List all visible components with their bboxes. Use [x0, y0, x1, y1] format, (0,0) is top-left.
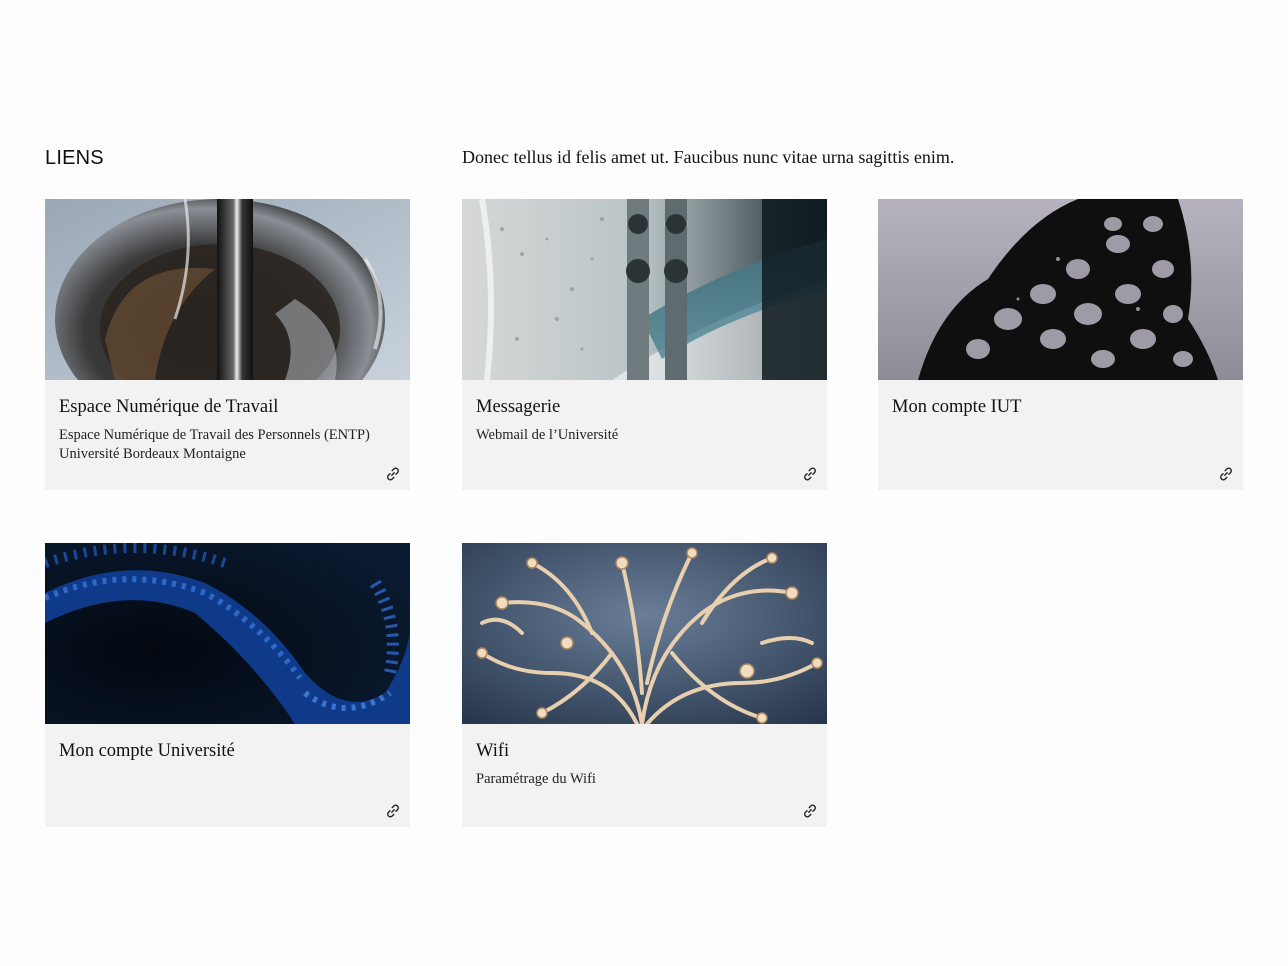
- card-description-line: Paramétrage du Wifi: [476, 771, 596, 787]
- card-body: Espace Numérique de Travail Espace Numér…: [45, 380, 410, 490]
- card-description: Espace Numérique de Travail des Personne…: [59, 426, 396, 464]
- card-title: Mon compte IUT: [892, 397, 1022, 417]
- card-body: Wifi Paramétrage du Wifi: [462, 724, 827, 827]
- card-title: Wifi: [476, 741, 510, 761]
- card-description: Webmail de l’Université: [476, 426, 813, 445]
- card-title: Messagerie: [476, 397, 561, 417]
- black-lattice-image: [878, 199, 1243, 380]
- blue-spiky-coil-image: [45, 543, 410, 724]
- link-icon[interactable]: [1218, 466, 1234, 482]
- card-messagerie[interactable]: Messagerie Webmail de l’Université: [462, 199, 827, 490]
- link-icon[interactable]: [385, 803, 401, 819]
- card-description-line: Université Bordeaux Montaigne: [59, 446, 246, 462]
- card-description: Paramétrage du Wifi: [476, 770, 813, 789]
- link-icon[interactable]: [802, 803, 818, 819]
- cream-tendrils-image: [462, 543, 827, 724]
- card-mon-compte-iut[interactable]: Mon compte IUT: [878, 199, 1243, 490]
- section-title: LIENS: [45, 147, 104, 169]
- card-wifi[interactable]: Wifi Paramétrage du Wifi: [462, 543, 827, 827]
- card-body: Mon compte Université: [45, 724, 410, 827]
- card-title: Espace Numérique de Travail: [59, 397, 279, 417]
- glass-droplets-image: [462, 199, 827, 380]
- section-intro: Donec tellus id felis amet ut. Faucibus …: [462, 147, 955, 167]
- card-description-line: Espace Numérique de Travail des Personne…: [59, 427, 370, 443]
- card-body: Messagerie Webmail de l’Université: [462, 380, 827, 490]
- chrome-swirl-image: [45, 199, 410, 380]
- card-description-line: Webmail de l’Université: [476, 427, 619, 443]
- card-espace-numerique[interactable]: Espace Numérique de Travail Espace Numér…: [45, 199, 410, 490]
- card-title: Mon compte Université: [59, 741, 235, 761]
- link-icon[interactable]: [385, 466, 401, 482]
- card-mon-compte-universite[interactable]: Mon compte Université: [45, 543, 410, 827]
- link-icon[interactable]: [802, 466, 818, 482]
- card-body: Mon compte IUT: [878, 380, 1243, 490]
